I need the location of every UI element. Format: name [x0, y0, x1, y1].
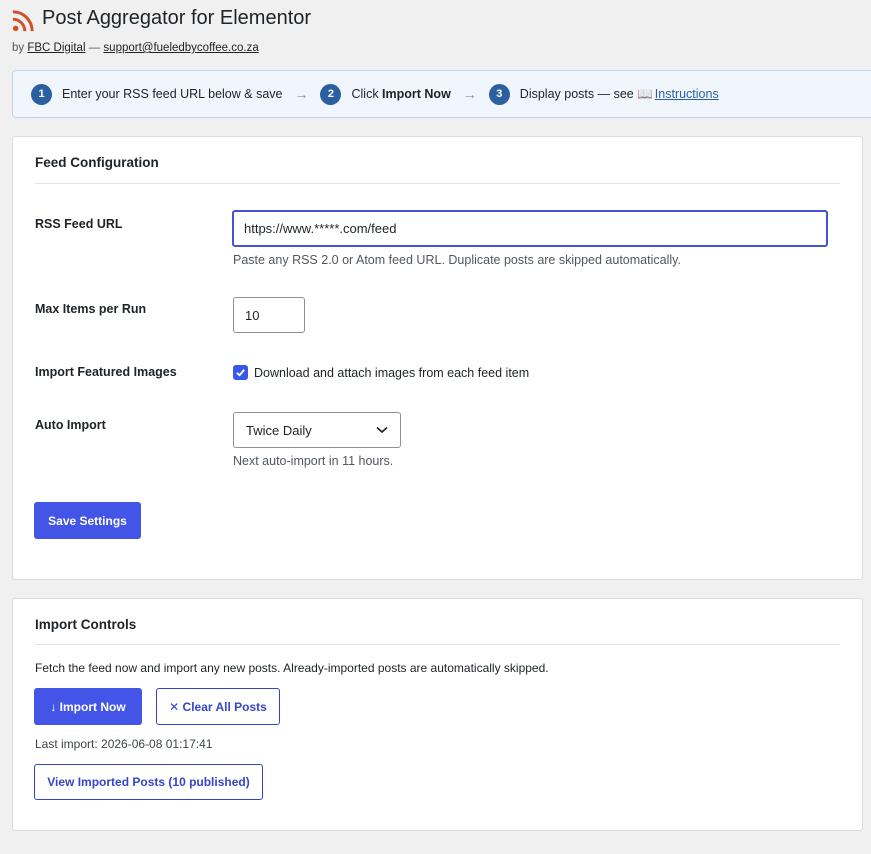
divider	[35, 644, 840, 645]
import-description: Fetch the feed now and import any new po…	[35, 661, 549, 675]
import-images-checkbox-label[interactable]: Download and attach images from each fee…	[254, 366, 529, 380]
divider	[35, 183, 840, 184]
clear-all-posts-button[interactable]: ✕ Clear All Posts	[156, 688, 280, 725]
import-featured-images-label: Import Featured Images	[35, 365, 177, 379]
step-3: 3 Display posts — see 📖 Instructions	[488, 83, 719, 105]
step-number-badge: 1	[31, 83, 52, 105]
arrow-right-icon: →	[462, 86, 477, 102]
chevron-down-icon	[376, 426, 388, 434]
import-images-checkbox[interactable]	[233, 365, 248, 380]
auto-import-hint: Next auto-import in 11 hours.	[233, 454, 394, 468]
max-items-label: Max Items per Run	[35, 302, 147, 316]
author-link[interactable]: FBC Digital	[27, 42, 85, 54]
rss-feed-url-input[interactable]	[232, 210, 828, 247]
checkmark-icon	[236, 369, 245, 377]
save-settings-button[interactable]: Save Settings	[34, 502, 141, 539]
rss-icon	[12, 10, 34, 32]
book-icon: 📖	[637, 86, 653, 101]
instructions-link[interactable]: Instructions	[655, 87, 719, 101]
card-title: Feed Configuration	[35, 155, 159, 170]
import-now-button[interactable]: ↓ Import Now	[34, 688, 142, 725]
page-title: Post Aggregator for Elementor	[42, 7, 312, 29]
step-1: 1 Enter your RSS feed URL below & save	[31, 83, 282, 105]
auto-import-label: Auto Import	[35, 418, 106, 432]
view-imported-posts-button[interactable]: View Imported Posts (10 published)	[34, 764, 263, 800]
rss-feed-url-hint: Paste any RSS 2.0 or Atom feed URL. Dupl…	[233, 253, 681, 267]
feed-configuration-card: Feed Configuration RSS Feed URL Paste an…	[12, 136, 863, 580]
support-email-link[interactable]: support@fueledbycoffee.co.za	[103, 42, 258, 54]
max-items-input[interactable]	[233, 297, 305, 333]
page-header: Post Aggregator for Elementor by FBC Dig…	[12, 4, 311, 54]
byline: by FBC Digital — support@fueledbycoffee.…	[12, 42, 259, 54]
auto-import-select[interactable]: Twice Daily	[233, 412, 401, 448]
step-2: 2 Click Import Now	[320, 83, 451, 105]
rss-feed-url-label: RSS Feed URL	[35, 217, 123, 231]
steps-banner: 1 Enter your RSS feed URL below & save →…	[12, 70, 871, 118]
step-number-badge: 3	[488, 83, 510, 105]
step-number-badge: 2	[320, 83, 342, 105]
card-title: Import Controls	[35, 617, 137, 632]
arrow-right-icon: →	[294, 86, 309, 102]
import-controls-card: Import Controls Fetch the feed now and i…	[12, 598, 863, 831]
last-import-text: Last import: 2026-06-08 01:17:41	[35, 737, 213, 751]
